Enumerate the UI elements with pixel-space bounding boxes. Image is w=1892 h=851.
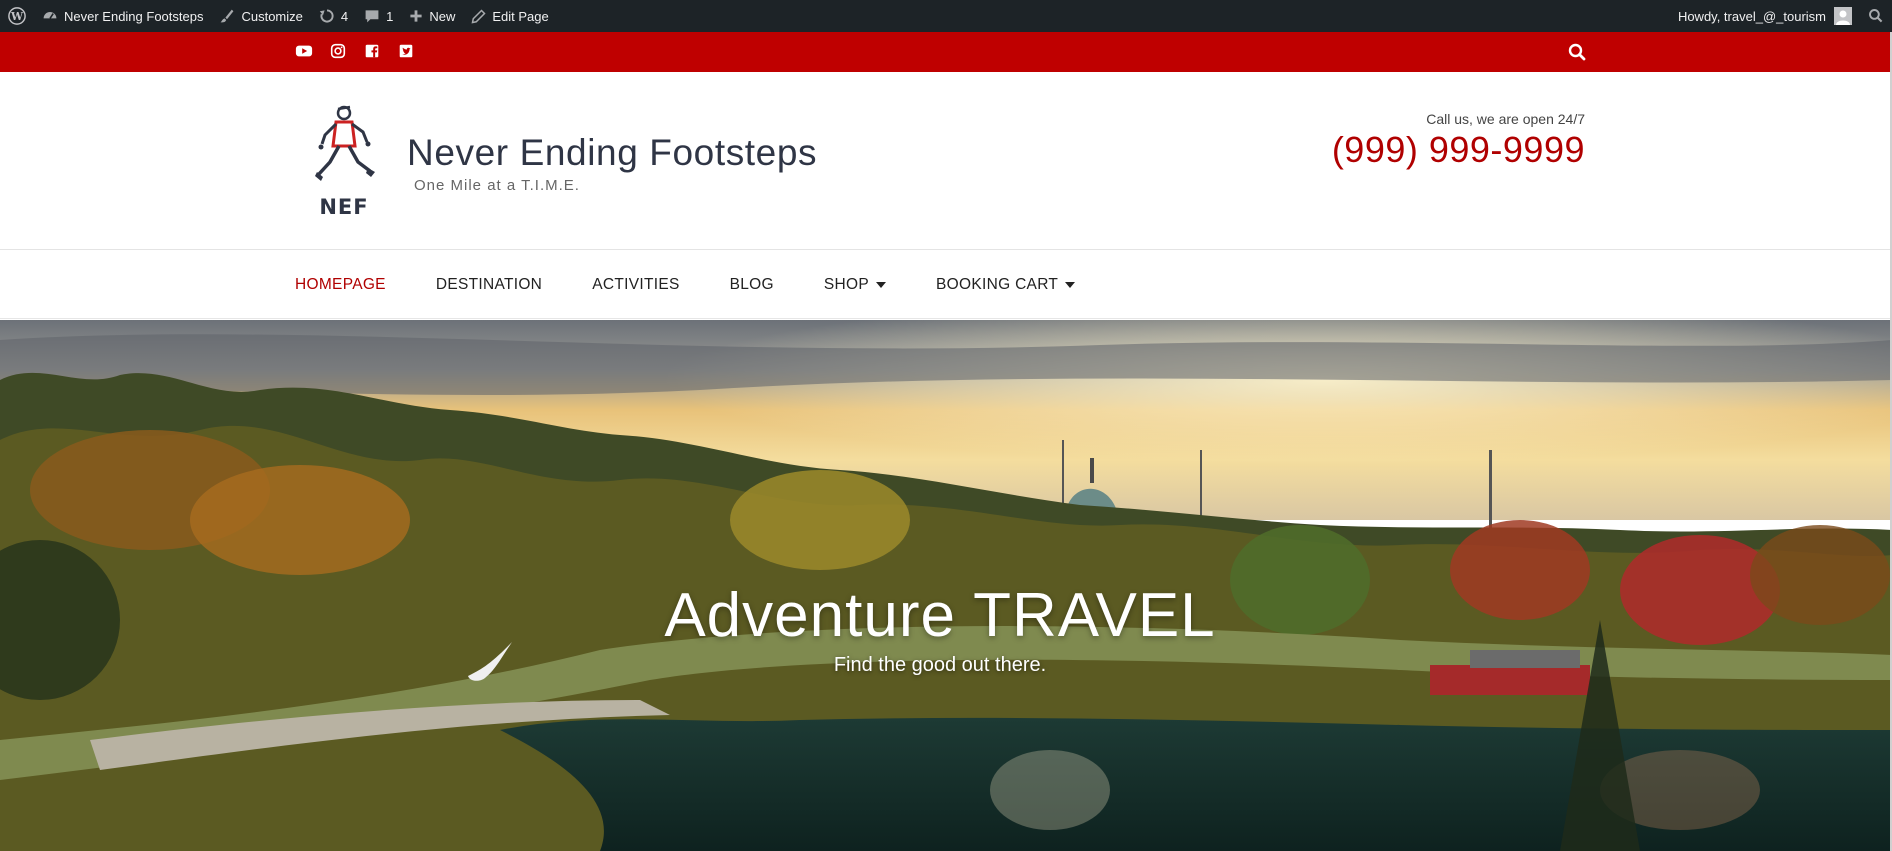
site-name-label: Never Ending Footsteps <box>64 8 204 24</box>
dashboard-icon <box>43 12 57 19</box>
svg-text:W: W <box>10 10 24 23</box>
logo-text: NEF <box>319 195 368 219</box>
hero-banner: Adventure TRAVEL Find the good out there… <box>0 320 1892 851</box>
main-navigation: HOMEPAGE DESTINATION ACTIVITIES BLOG SHO… <box>0 251 1892 319</box>
nav-item-shop[interactable]: SHOP <box>823 276 887 294</box>
site-header: NEF Never Ending Footsteps One Mile at a… <box>0 72 1892 250</box>
nav-item-label: ACTIVITIES <box>592 276 680 293</box>
avatar <box>1834 7 1852 25</box>
comment-icon <box>365 10 379 23</box>
nav-item-destination[interactable]: DESTINATION <box>436 276 542 294</box>
search-icon[interactable] <box>1567 42 1587 62</box>
nav-item-label: HOMEPAGE <box>295 276 386 293</box>
plus-icon <box>410 10 422 22</box>
nav-item-label: DESTINATION <box>435 276 543 293</box>
new-label: New <box>429 8 456 24</box>
caret-down-icon <box>1065 282 1076 288</box>
nav-item-label: SHOP <box>823 276 870 293</box>
admin-bar-customize[interactable]: Customize <box>211 0 310 32</box>
nav-item-label: BOOKING CART <box>936 276 1059 293</box>
twitter-icon[interactable] <box>397 42 415 60</box>
social-links <box>295 42 415 60</box>
brush-icon <box>221 9 234 23</box>
admin-bar-search-icon[interactable] <box>1860 0 1892 32</box>
updates-icon <box>319 9 334 23</box>
nav-item-activities[interactable]: ACTIVITIES <box>592 276 679 294</box>
pencil-icon <box>471 8 486 23</box>
comments-count: 1 <box>386 8 394 24</box>
nav-item-blog[interactable]: BLOG <box>730 276 774 294</box>
site-title[interactable]: Never Ending Footsteps <box>407 132 817 174</box>
admin-bar-new[interactable]: New <box>401 0 463 32</box>
hero-subtitle: Find the good out there. <box>833 654 1047 676</box>
call-us-text: Call us, we are open 24/7 <box>1426 111 1585 127</box>
top-bar <box>0 32 1892 72</box>
site-tagline: One Mile at a T.I.M.E. <box>414 177 580 194</box>
site-logo[interactable]: NEF <box>311 102 377 222</box>
hero-title: Adventure TRAVEL <box>664 581 1216 650</box>
admin-bar: W Never Ending Footsteps Customize 4 1 N… <box>0 0 1892 32</box>
caret-down-icon <box>876 282 887 288</box>
youtube-icon[interactable] <box>295 42 313 60</box>
wordpress-logo-icon[interactable]: W <box>0 0 34 32</box>
nav-item-label: BLOG <box>729 276 774 293</box>
instagram-icon[interactable] <box>329 42 347 60</box>
howdy-label: Howdy, travel_@_tourism <box>1677 8 1826 24</box>
admin-bar-comments[interactable]: 1 <box>356 0 401 32</box>
updates-count: 4 <box>340 8 349 24</box>
admin-bar-edit-page[interactable]: Edit Page <box>463 0 556 32</box>
facebook-icon[interactable] <box>363 42 381 60</box>
nav-item-homepage[interactable]: HOMEPAGE <box>295 276 386 294</box>
admin-bar-updates[interactable]: 4 <box>311 0 356 32</box>
admin-bar-my-account[interactable]: Howdy, travel_@_tourism <box>1670 0 1860 32</box>
customize-label: Customize <box>241 8 303 24</box>
nav-item-booking-cart[interactable]: BOOKING CART <box>936 276 1076 294</box>
admin-bar-site-name[interactable]: Never Ending Footsteps <box>34 0 211 32</box>
edit-page-label: Edit Page <box>492 8 549 24</box>
phone-number[interactable]: (999) 999-9999 <box>1332 129 1585 171</box>
